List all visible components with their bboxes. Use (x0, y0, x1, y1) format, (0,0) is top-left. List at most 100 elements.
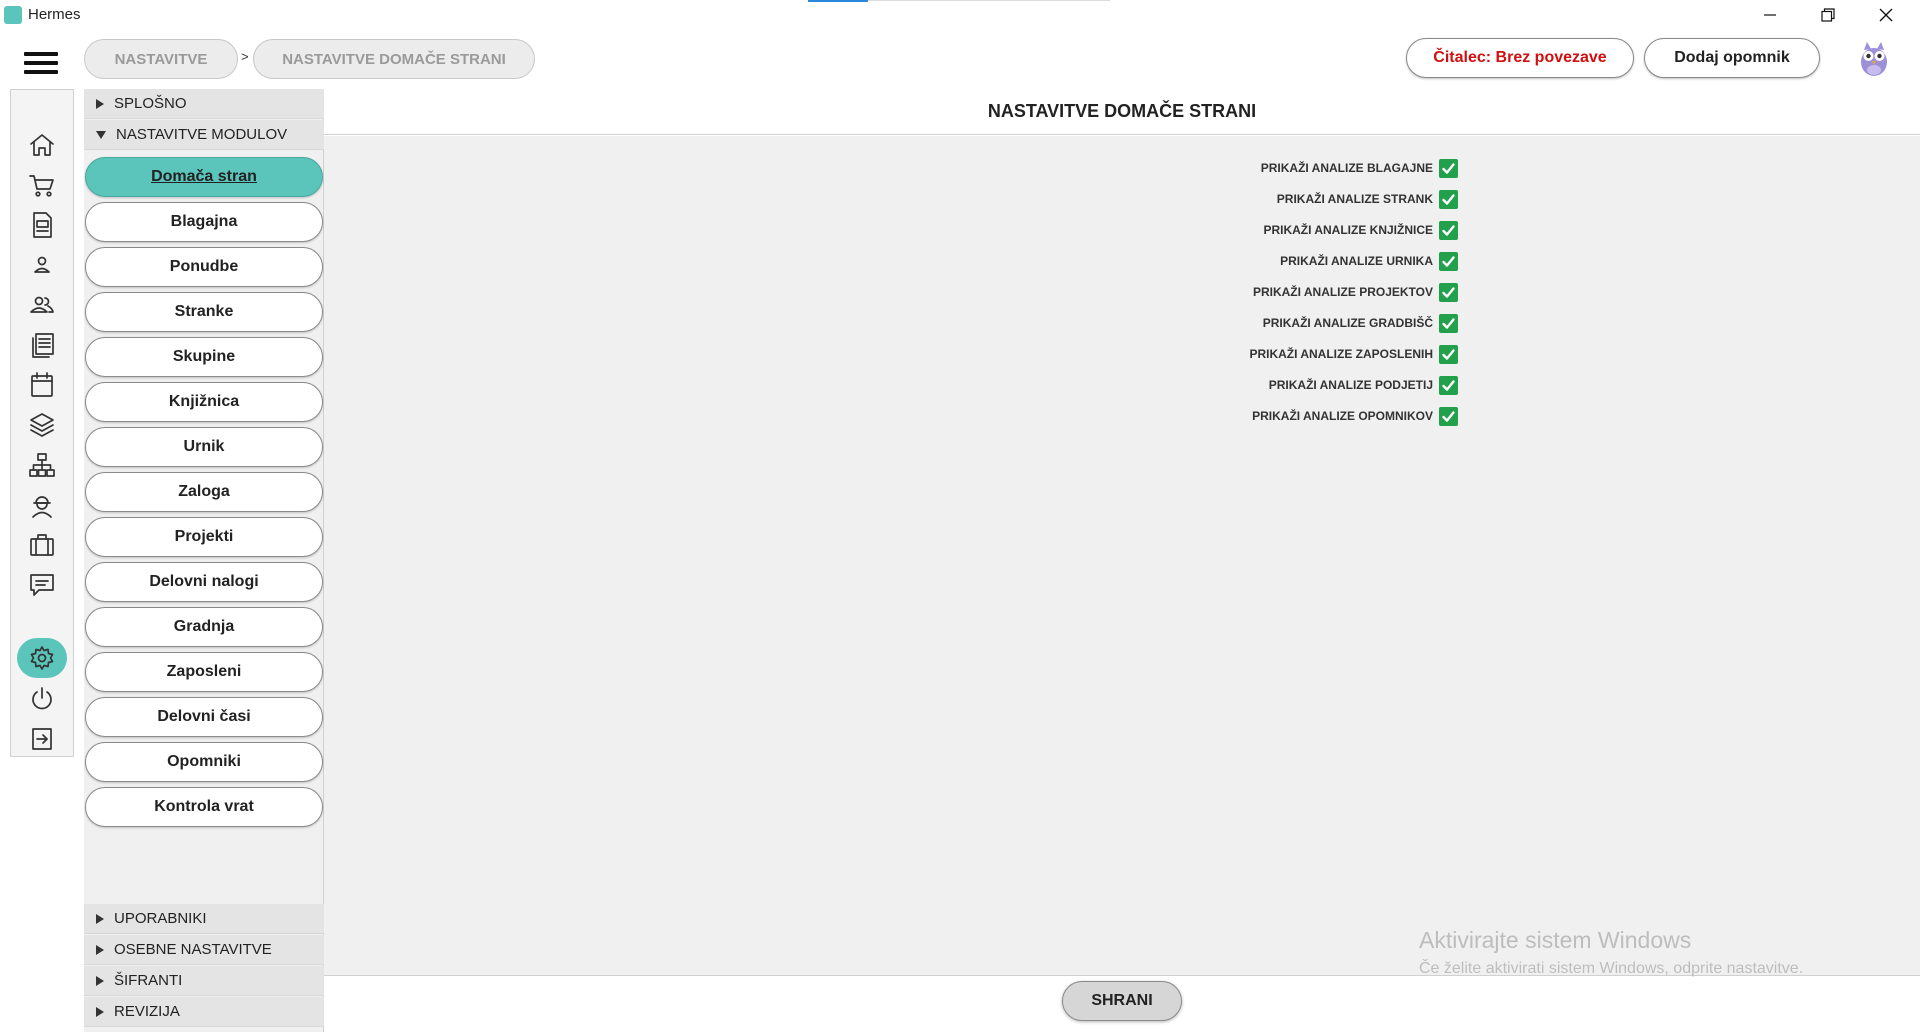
module-stock[interactable]: Zaloga (85, 472, 323, 512)
section-audit[interactable]: REVIZIJA (84, 997, 324, 1027)
module-cash-register[interactable]: Blagajna (85, 202, 323, 242)
owl-avatar-icon (1861, 42, 1887, 76)
section-general[interactable]: SPLOŠNO (84, 89, 324, 119)
option-checkbox-projects[interactable] (1439, 283, 1458, 302)
section-codebooks-label: ŠIFRANTI (114, 972, 183, 989)
module-work-orders[interactable]: Delovni nalogi (85, 562, 323, 602)
windows-activation-title: Aktivirajte sistem Windows (1419, 927, 1692, 953)
nav-settings[interactable] (17, 638, 67, 678)
module-projects[interactable]: Projekti (85, 517, 323, 557)
module-construction[interactable]: Gradnja (85, 607, 323, 647)
briefcase-icon (30, 534, 54, 556)
option-label: PRIKAŽI ANALIZE STRANK (1276, 192, 1433, 206)
layers-icon (30, 413, 54, 437)
nav-stock[interactable] (25, 408, 59, 442)
section-personal-settings[interactable]: OSEBNE NASTAVITVE (84, 935, 324, 965)
nav-customer[interactable] (25, 248, 59, 282)
checkmark-icon (1442, 163, 1455, 174)
option-checkbox-construction-sites[interactable] (1439, 314, 1458, 333)
option-label: PRIKAŽI ANALIZE PROJEKTOV (1252, 285, 1433, 299)
restore-button[interactable] (1799, 0, 1857, 30)
nav-documents[interactable] (25, 328, 59, 362)
option-label: PRIKAŽI ANALIZE BLAGAJNE (1260, 161, 1433, 175)
section-general-label: SPLOŠNO (114, 95, 187, 112)
title-bar: Hermes (0, 0, 1920, 30)
nav-home[interactable] (25, 128, 59, 162)
module-employees[interactable]: Zaposleni (85, 652, 323, 692)
minimize-icon (1764, 14, 1776, 16)
hamburger-menu-icon[interactable] (24, 52, 58, 76)
section-personal-settings-label: OSEBNE NASTAVITVE (114, 941, 272, 958)
option-checkbox-customers[interactable] (1439, 190, 1458, 209)
invoice-icon (33, 212, 52, 238)
module-groups[interactable]: Skupine (85, 337, 323, 377)
option-row: PRIKAŽI ANALIZE KNJIŽNICE (324, 218, 1920, 244)
nav-structure[interactable] (25, 448, 59, 482)
chevron-right-icon (96, 944, 104, 955)
network-icon (29, 453, 55, 477)
option-row: PRIKAŽI ANALIZE BLAGAJNE (324, 156, 1920, 182)
app-logo-icon (4, 6, 22, 24)
module-work-times[interactable]: Delovni časi (85, 697, 323, 737)
power-icon (32, 687, 52, 710)
nav-invoices[interactable] (25, 208, 59, 242)
chevron-right-icon (96, 913, 104, 924)
nav-calendar[interactable] (25, 368, 59, 402)
checkmark-icon (1442, 287, 1455, 298)
avatar[interactable] (1856, 38, 1892, 78)
logout-icon (32, 728, 52, 750)
nav-logout[interactable] (25, 722, 59, 756)
cart-icon (29, 175, 54, 197)
top-bar: NASTAVITVE > NASTAVITVE DOMAČE STRANI Či… (0, 30, 1920, 88)
section-codebooks[interactable]: ŠIFRANTI (84, 966, 324, 996)
minimize-button[interactable] (1741, 0, 1799, 30)
restore-icon (1821, 8, 1835, 22)
option-checkbox-cash-register[interactable] (1439, 159, 1458, 178)
save-button[interactable]: SHRANI (1062, 981, 1182, 1021)
settings-panel: SPLOŠNO NASTAVITVE MODULOV Domača stran … (84, 89, 324, 1032)
breadcrumb-home-settings[interactable]: NASTAVITVE DOMAČE STRANI (253, 39, 535, 79)
close-button[interactable] (1857, 0, 1915, 30)
chevron-right-icon (96, 98, 104, 109)
breadcrumb-settings[interactable]: NASTAVITVE (84, 39, 238, 79)
gear-icon (30, 646, 54, 670)
option-row: PRIKAŽI ANALIZE GRADBIŠČ (324, 311, 1920, 337)
reader-status-button[interactable]: Čitalec: Brez povezave (1406, 38, 1634, 78)
module-home-page[interactable]: Domača stran (85, 157, 323, 197)
nav-power[interactable] (25, 682, 59, 716)
option-row: PRIKAŽI ANALIZE PODJETIJ (324, 373, 1920, 399)
option-label: PRIKAŽI ANALIZE OPOMNIKOV (1252, 409, 1433, 423)
add-reminder-button[interactable]: Dodaj opomnik (1644, 38, 1820, 78)
worker-icon (32, 496, 52, 518)
calendar-icon (31, 372, 53, 397)
nav-cart[interactable] (25, 168, 59, 202)
bottom-bar: SHRANI (324, 977, 1920, 1032)
module-reminders[interactable]: Opomniki (85, 742, 323, 782)
chevron-right-icon (96, 1006, 104, 1017)
option-checkbox-employees[interactable] (1439, 345, 1458, 364)
module-offers[interactable]: Ponudbe (85, 247, 323, 287)
module-schedule[interactable]: Urnik (85, 427, 323, 467)
nav-messages[interactable] (25, 568, 59, 602)
section-users[interactable]: UPORABNIKI (84, 904, 324, 934)
checkmark-icon (1442, 349, 1455, 360)
option-checkbox-library[interactable] (1439, 221, 1458, 240)
option-checkbox-reminders[interactable] (1439, 407, 1458, 426)
nav-workers[interactable] (25, 488, 59, 522)
chat-icon (30, 574, 54, 596)
users-icon (30, 296, 54, 313)
icon-sidebar (10, 89, 74, 757)
checkmark-icon (1442, 411, 1455, 422)
checkmark-icon (1442, 380, 1455, 391)
option-checkbox-schedule[interactable] (1439, 252, 1458, 271)
option-checkbox-companies[interactable] (1439, 376, 1458, 395)
module-library[interactable]: Knjižnica (85, 382, 323, 422)
nav-projects[interactable] (25, 528, 59, 562)
breadcrumb-separator: > (241, 49, 249, 64)
module-customers[interactable]: Stranke (85, 292, 323, 332)
nav-groups[interactable] (25, 288, 59, 322)
option-label: PRIKAŽI ANALIZE GRADBIŠČ (1262, 316, 1433, 330)
option-label: PRIKAŽI ANALIZE PODJETIJ (1268, 378, 1433, 392)
module-door-control[interactable]: Kontrola vrat (85, 787, 323, 827)
section-module-settings[interactable]: NASTAVITVE MODULOV (84, 120, 324, 150)
